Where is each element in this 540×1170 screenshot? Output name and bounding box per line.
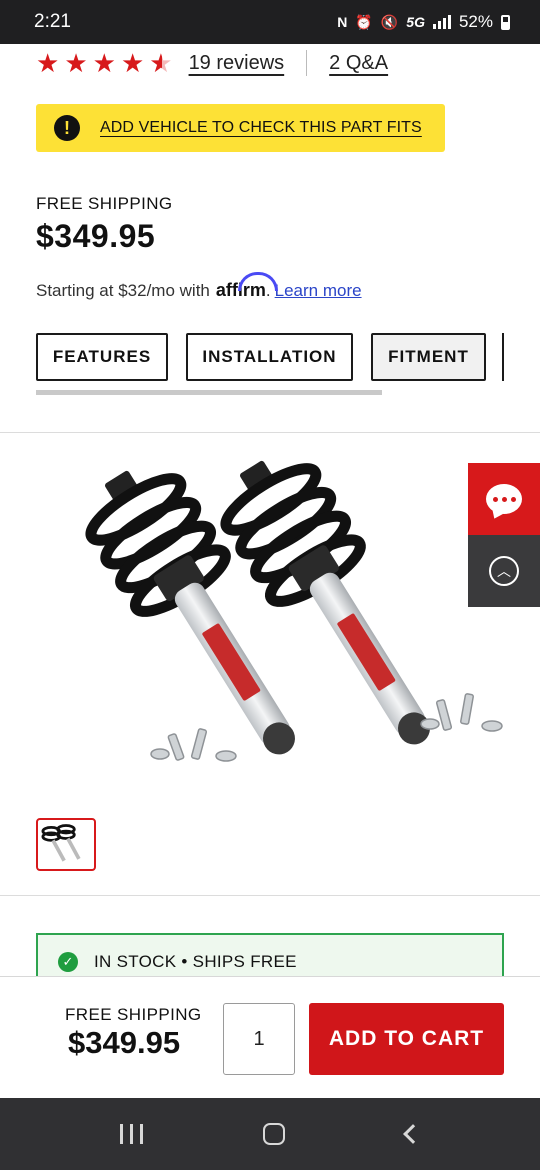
- system-nav-bar: [0, 1098, 540, 1170]
- sticky-shipping-label: FREE SHIPPING: [65, 1005, 202, 1024]
- financing-text: Starting at $32/mo with: [36, 281, 210, 300]
- qa-link[interactable]: 2 Q&A: [329, 52, 388, 75]
- add-vehicle-banner[interactable]: ! ADD VEHICLE TO CHECK THIS PART FITS: [36, 104, 445, 152]
- quantity-input[interactable]: [223, 1003, 295, 1075]
- alarm-icon: ⏰: [355, 13, 373, 30]
- home-icon[interactable]: [263, 1123, 286, 1145]
- product-page: ★ ★ ★ ★ ★ 19 reviews 2 Q&A ! ADD VEHICLE…: [0, 44, 540, 976]
- product-tabs: FEATURES INSTALLATION FITMENT: [36, 333, 486, 381]
- stock-status-text: IN STOCK • SHIPS FREE: [94, 952, 297, 971]
- signal-icon: [432, 15, 451, 29]
- chevron-up-icon: ︿: [489, 556, 519, 586]
- half-star-icon: ★: [149, 48, 173, 78]
- status-bar: 2:21 N ⏰ 🔇 5G 52%: [0, 0, 540, 44]
- tabs-scrollbar[interactable]: [36, 390, 382, 395]
- shipping-label: FREE SHIPPING: [36, 194, 173, 213]
- chat-icon: [486, 484, 522, 514]
- divider: [306, 50, 308, 76]
- tab-installation[interactable]: INSTALLATION: [186, 333, 353, 381]
- battery-icon: [501, 14, 510, 30]
- recent-apps-icon[interactable]: [120, 1124, 144, 1144]
- star-rating: ★ ★ ★ ★ ★: [36, 50, 173, 76]
- sticky-price: $349.95: [68, 1025, 181, 1060]
- affirm-logo: affirm: [215, 272, 278, 300]
- check-circle-icon: ✓: [58, 952, 78, 972]
- network-label: 5G: [406, 14, 425, 30]
- battery-percent: 52%: [458, 12, 493, 31]
- divider: [0, 432, 540, 433]
- star-icon: ★: [92, 48, 116, 78]
- nfc-icon: N: [337, 14, 348, 30]
- mute-icon: 🔇: [380, 13, 399, 30]
- stock-status-box: ✓ IN STOCK • SHIPS FREE: [36, 933, 504, 976]
- add-vehicle-link[interactable]: ADD VEHICLE TO CHECK THIS PART FITS: [100, 119, 422, 137]
- product-price: $349.95: [36, 218, 156, 254]
- star-icon: ★: [64, 48, 88, 78]
- add-to-cart-button[interactable]: ADD TO CART: [309, 1003, 504, 1075]
- tab-fitment[interactable]: FITMENT: [371, 333, 486, 381]
- tab-next-partial[interactable]: [502, 333, 504, 381]
- chat-button[interactable]: [468, 463, 540, 535]
- divider: [0, 895, 540, 896]
- star-icon: ★: [120, 48, 145, 78]
- rating-row: ★ ★ ★ ★ ★ 19 reviews 2 Q&A: [36, 50, 388, 76]
- back-icon[interactable]: [402, 1124, 423, 1144]
- alert-icon: !: [54, 115, 80, 141]
- tab-features[interactable]: FEATURES: [36, 333, 168, 381]
- financing-info: Starting at $32/mo with affirm . Learn m…: [36, 272, 362, 301]
- sticky-cart-bar: FREE SHIPPING $349.95 ADD TO CART: [0, 976, 540, 1098]
- scroll-to-top-button[interactable]: ︿: [468, 535, 540, 607]
- product-image[interactable]: [30, 444, 510, 784]
- learn-more-link[interactable]: Learn more: [275, 281, 362, 301]
- status-icons: N ⏰ 🔇 5G 52%: [337, 12, 510, 32]
- star-icon: ★: [36, 48, 60, 78]
- product-thumbnail[interactable]: [36, 818, 96, 871]
- reviews-link[interactable]: 19 reviews: [189, 52, 285, 75]
- status-time: 2:21: [34, 11, 71, 32]
